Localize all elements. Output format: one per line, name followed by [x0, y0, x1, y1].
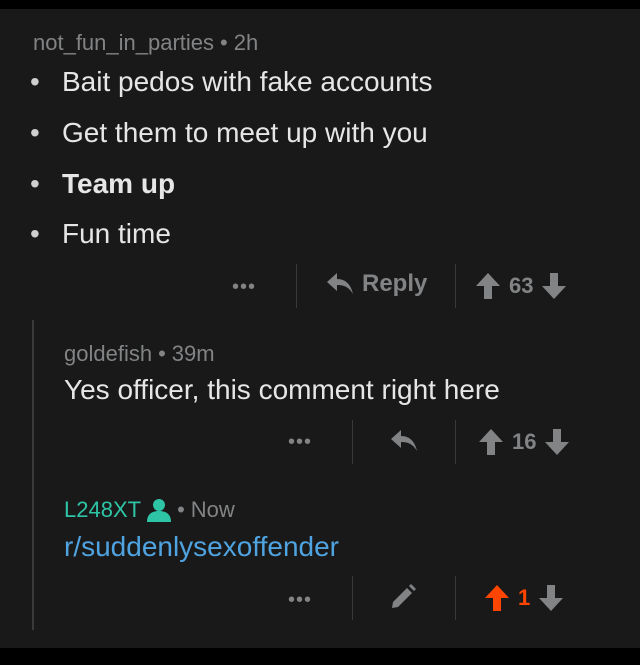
more-options-button[interactable]: •••	[288, 589, 312, 612]
comment-time: 39m	[171, 341, 215, 366]
reply-arrow-icon	[327, 273, 353, 294]
downvote-arrow-icon[interactable]	[541, 272, 567, 300]
pencil-icon	[392, 584, 416, 608]
vote-count: 16	[512, 429, 537, 454]
comment-body: Yes officer, this comment right here	[64, 374, 500, 405]
list-item-text: Team up	[62, 168, 176, 199]
meta-separator: •	[220, 30, 228, 55]
list-item-text: Get them to meet up with you	[62, 117, 428, 148]
list-item: • Fun time	[30, 218, 171, 250]
action-divider	[455, 420, 456, 464]
bullet-marker: •	[30, 168, 40, 199]
list-item-text: Fun time	[62, 218, 171, 249]
reply-arrow-icon	[391, 430, 417, 451]
comment-author[interactable]: goldefish	[64, 341, 152, 366]
list-item: • Get them to meet up with you	[30, 117, 428, 149]
action-divider	[455, 264, 456, 308]
reply-button[interactable]: Reply	[326, 270, 427, 298]
downvote-arrow-icon[interactable]	[544, 428, 570, 456]
vote-count: 63	[509, 273, 534, 298]
comment-time: 2h	[233, 30, 259, 55]
list-item-text: Bait pedos with fake accounts	[62, 66, 433, 97]
subreddit-link[interactable]: r/suddenlysexoffender	[64, 531, 339, 563]
comment-meta: goldefish • 39m	[64, 341, 215, 367]
action-divider	[455, 576, 456, 620]
meta-separator: •	[177, 497, 185, 522]
bullet-marker: •	[30, 218, 40, 249]
bullet-marker: •	[30, 117, 40, 148]
upvote-arrow-icon[interactable]	[475, 272, 501, 300]
comment-meta: L248XT • Now	[64, 497, 235, 523]
comment-time: Now	[190, 497, 235, 522]
edit-button[interactable]	[390, 584, 416, 610]
thread-line[interactable]	[32, 320, 34, 630]
user-icon	[147, 499, 172, 522]
list-item: • Bait pedos with fake accounts	[30, 66, 432, 98]
vote-count: 1	[518, 585, 531, 610]
reply-label: Reply	[362, 270, 428, 297]
reply-button[interactable]	[390, 428, 418, 454]
bottom-border	[0, 648, 640, 665]
meta-separator: •	[158, 341, 166, 366]
upvote-arrow-icon[interactable]	[484, 584, 510, 612]
top-border	[0, 0, 640, 9]
more-options-button[interactable]: •••	[288, 431, 312, 454]
upvote-arrow-icon[interactable]	[478, 428, 504, 456]
action-divider	[352, 576, 353, 620]
vote-controls: 1	[484, 584, 564, 612]
downvote-arrow-icon[interactable]	[538, 584, 564, 612]
vote-controls: 16	[478, 428, 570, 456]
action-divider	[352, 420, 353, 464]
list-item: • Team up	[30, 168, 175, 200]
comment-author[interactable]: L248XT	[64, 497, 141, 523]
comment-author[interactable]: not_fun_in_parties	[33, 30, 214, 55]
comment-meta: not_fun_in_parties • 2h	[33, 30, 258, 56]
vote-controls: 63	[475, 272, 567, 300]
more-options-button[interactable]: •••	[232, 276, 256, 299]
bullet-marker: •	[30, 66, 40, 97]
action-divider	[296, 264, 297, 308]
